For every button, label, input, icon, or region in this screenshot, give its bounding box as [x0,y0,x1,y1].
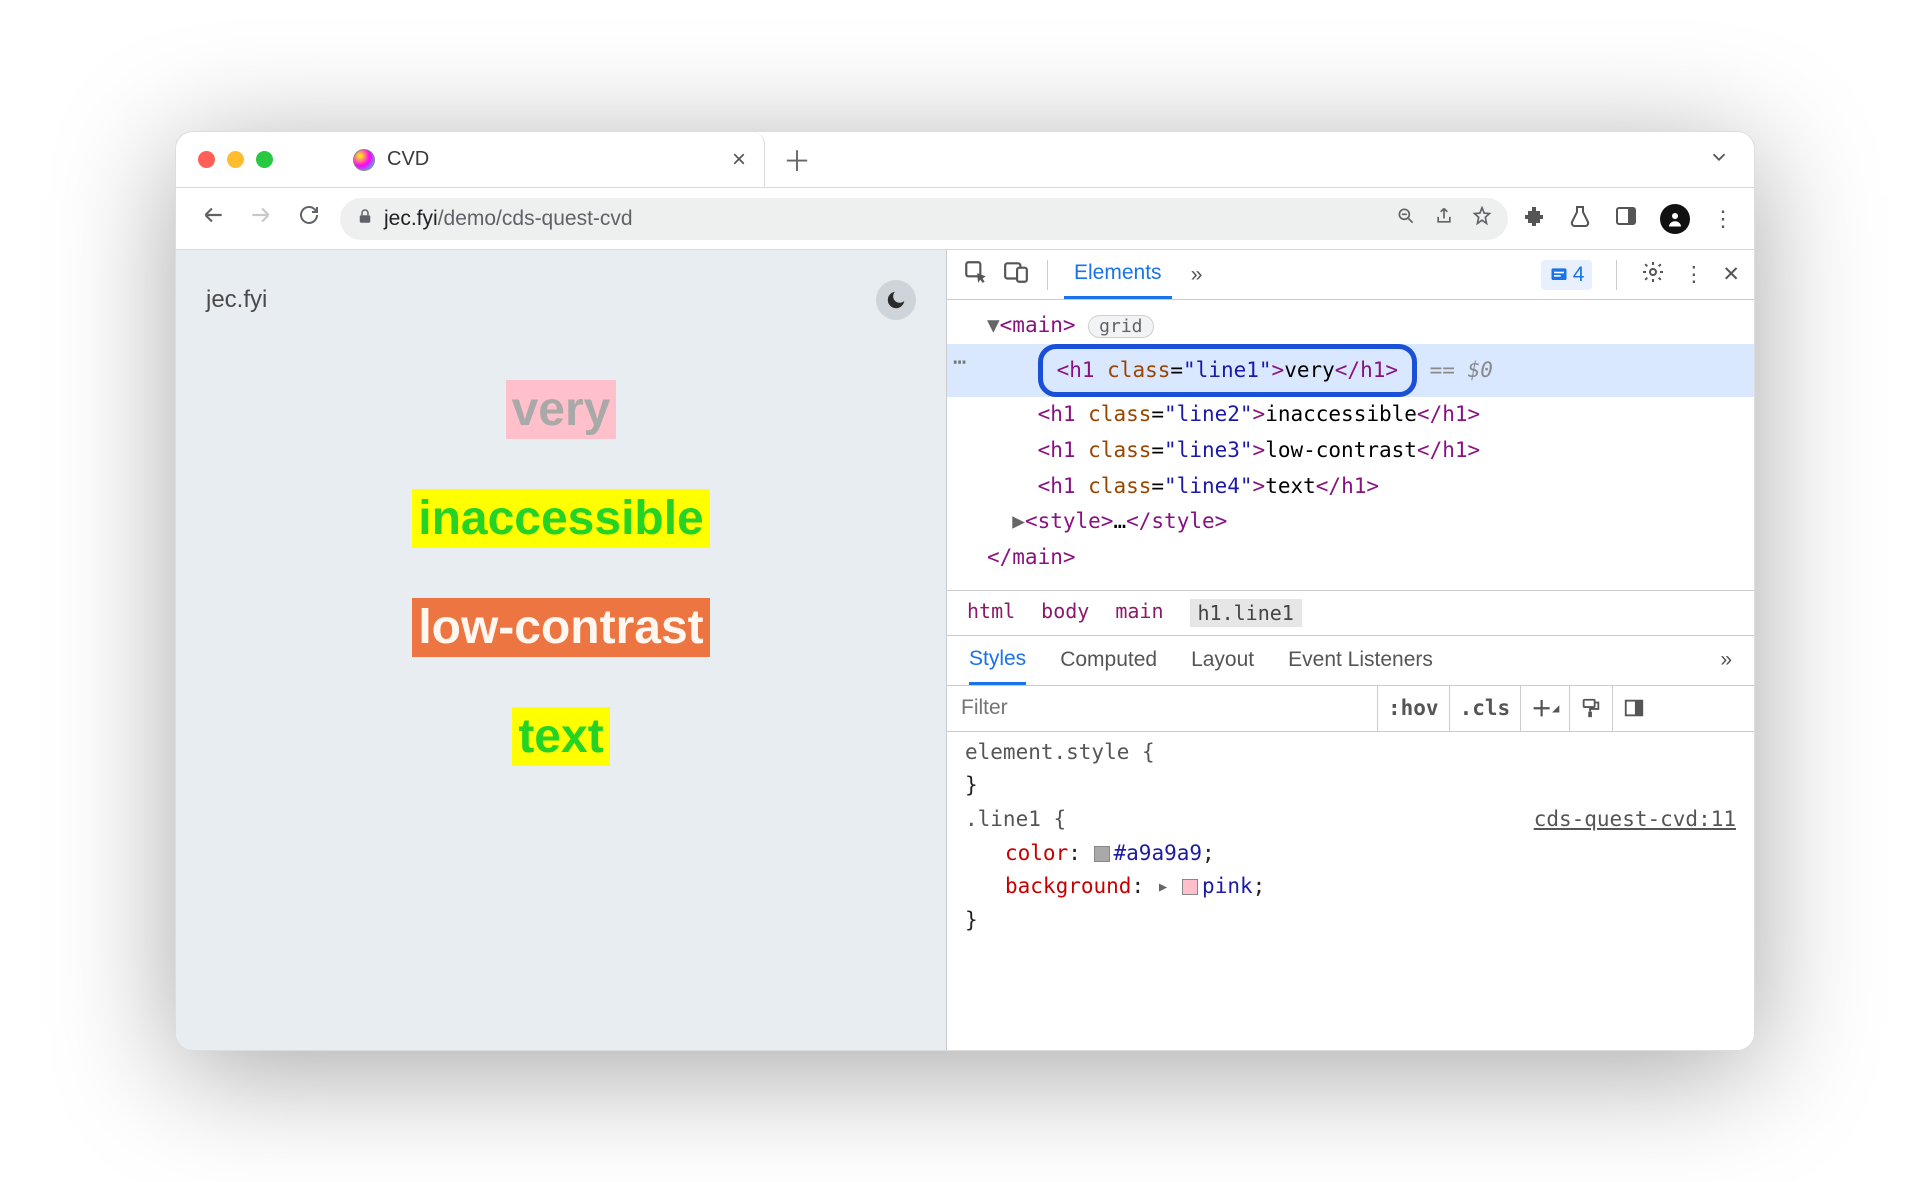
lock-icon [356,207,374,230]
dom-row[interactable]: <h1 class="line4">text</h1> [947,469,1754,505]
devtools-menu-button[interactable]: ⋮ [1683,262,1704,287]
tab-elements[interactable]: Elements [1064,250,1172,299]
bc-body[interactable]: body [1041,599,1089,627]
tab-event-listeners[interactable]: Event Listeners [1288,648,1433,672]
profile-avatar[interactable] [1660,204,1690,234]
devtools-tabbar: Elements » 4 ⋮ ✕ [947,250,1754,300]
tab-styles[interactable]: Styles [969,636,1026,685]
traffic-lights [176,151,295,168]
rule-close: } [965,769,1736,803]
bookmark-icon[interactable] [1472,206,1492,232]
dom-selected-row[interactable]: ⋯ <h1 class="line1">very</h1> == $0 [947,344,1754,398]
hov-toggle[interactable]: :hov [1377,686,1449,731]
tab-computed[interactable]: Computed [1060,648,1157,672]
site-name: jec.fyi [206,286,267,314]
css-prop[interactable]: color [1005,841,1068,865]
new-tab-button[interactable]: ＋ [783,140,811,180]
issues-count: 4 [1573,263,1585,287]
browser-window: CVD × ＋ jec.fyi/demo/cds-quest-cvd [175,131,1755,1051]
row-actions-icon[interactable]: ⋯ [953,344,966,381]
expand-icon[interactable]: ▸ [1157,874,1170,898]
cls-toggle[interactable]: .cls [1449,686,1521,731]
favicon-icon [353,149,375,171]
grid-badge[interactable]: grid [1088,315,1153,338]
rule-source-link[interactable]: cds-quest-cvd:11 [1534,803,1736,837]
demo-line1: very [506,380,617,439]
devtools: Elements » 4 ⋮ ✕ ▼<main> grid ⋯ <h1 clas… [946,250,1754,1050]
extensions-icon[interactable] [1522,204,1546,234]
window-zoom-button[interactable] [256,151,273,168]
more-tabs-icon[interactable]: » [1182,263,1212,287]
settings-icon[interactable] [1641,260,1665,290]
more-tabs-icon[interactable]: » [1720,648,1732,672]
window-minimize-button[interactable] [227,151,244,168]
zoom-icon[interactable] [1396,206,1416,232]
demo-line3: low-contrast [412,598,709,657]
inspect-icon[interactable] [961,259,991,291]
chrome-menu-button[interactable]: ⋮ [1712,206,1734,232]
breadcrumb[interactable]: html body main h1.line1 [947,590,1754,636]
element-style-selector[interactable]: element.style { [965,740,1155,764]
titlebar: CVD × ＋ [176,132,1754,188]
styles-rules[interactable]: element.style { } .line1 { cds-quest-cvd:… [947,732,1754,942]
browser-tab[interactable]: CVD × [335,132,765,187]
back-button[interactable] [196,202,230,235]
new-style-button[interactable]: ＋◢ [1520,686,1569,731]
dom-row[interactable]: ▶<style>…</style> [947,504,1754,540]
demo-content: very inaccessible low-contrast text [206,320,916,1020]
theme-toggle-button[interactable] [876,280,916,320]
labs-icon[interactable] [1568,204,1592,234]
color-swatch-icon[interactable] [1094,846,1110,862]
demo-line2: inaccessible [412,489,710,548]
dom-row[interactable]: <h1 class="line2">inaccessible</h1> [947,397,1754,433]
url-text: jec.fyi/demo/cds-quest-cvd [384,207,633,231]
dom-tree[interactable]: ▼<main> grid ⋯ <h1 class="line1">very</h… [947,300,1754,590]
css-value[interactable]: pink [1202,874,1253,898]
color-swatch-icon[interactable] [1182,879,1198,895]
styles-filter-bar: :hov .cls ＋◢ [947,686,1754,732]
computed-sidebar-icon[interactable] [1612,686,1655,731]
rule-close: } [965,904,1736,938]
paint-icon[interactable] [1569,686,1612,731]
toolbar: jec.fyi/demo/cds-quest-cvd ⋮ [176,188,1754,250]
page-viewport: jec.fyi very inaccessible low-contrast t… [176,250,946,1050]
styles-filter-input[interactable] [947,696,1377,720]
omnibox[interactable]: jec.fyi/demo/cds-quest-cvd [340,198,1508,240]
dom-row[interactable]: <h1 class="line3">low-contrast</h1> [947,433,1754,469]
sidepanel-icon[interactable] [1614,204,1638,234]
bc-html[interactable]: html [967,599,1015,627]
rule-selector[interactable]: .line1 { [965,807,1066,831]
share-icon[interactable] [1434,206,1454,232]
css-value[interactable]: #a9a9a9 [1114,841,1203,865]
styles-tabbar: Styles Computed Layout Event Listeners » [947,636,1754,686]
dom-row[interactable]: </main> [947,540,1754,576]
css-prop[interactable]: background [1005,874,1131,898]
tab-layout[interactable]: Layout [1191,648,1254,672]
bc-h1[interactable]: h1.line1 [1190,599,1302,627]
demo-line4: text [512,707,609,766]
forward-button[interactable] [244,202,278,235]
device-icon[interactable] [1001,259,1031,291]
window-close-button[interactable] [198,151,215,168]
tabs-menu-button[interactable] [1708,146,1730,173]
reload-button[interactable] [292,203,326,234]
bc-main[interactable]: main [1115,599,1163,627]
tab-close-button[interactable]: × [732,146,746,174]
devtools-close-button[interactable]: ✕ [1722,262,1740,287]
tab-title: CVD [387,148,720,171]
issues-button[interactable]: 4 [1541,260,1593,290]
